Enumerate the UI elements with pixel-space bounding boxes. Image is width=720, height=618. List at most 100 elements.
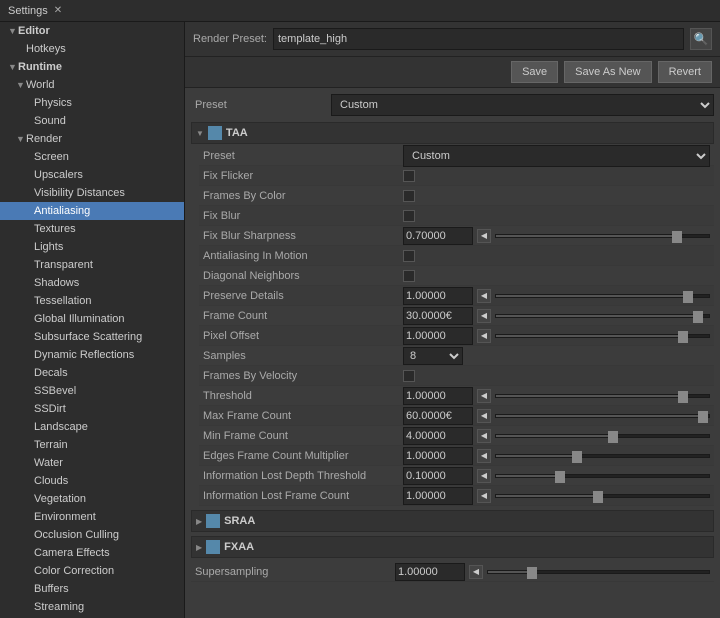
taa-num-input-8[interactable] (403, 307, 473, 325)
taa-arrow-btn-12[interactable]: ◀ (477, 389, 491, 403)
sidebar-item-screen[interactable]: Screen (0, 148, 184, 166)
sidebar-item-streaming[interactable]: Streaming (0, 598, 184, 616)
taa-num-input-15[interactable] (403, 447, 473, 465)
taa-dropdown-num-10[interactable]: 8 (403, 347, 463, 365)
taa-arrow-btn-4[interactable]: ◀ (477, 229, 491, 243)
sidebar-item-ssbevel[interactable]: SSBevel (0, 382, 184, 400)
taa-slider-12[interactable] (495, 389, 710, 403)
sidebar-item-landscape[interactable]: Landscape (0, 418, 184, 436)
taa-slider-7[interactable] (495, 289, 710, 303)
sidebar-label-textures: Textures (34, 223, 76, 235)
supersampling-slider[interactable] (487, 565, 710, 579)
taa-arrow-btn-9[interactable]: ◀ (477, 329, 491, 343)
sidebar-item-subsurface-scattering[interactable]: Subsurface Scattering (0, 328, 184, 346)
taa-setting-value-3 (403, 210, 710, 222)
taa-num-input-17[interactable] (403, 487, 473, 505)
taa-slider-8[interactable] (495, 309, 710, 323)
taa-slider-16[interactable] (495, 469, 710, 483)
taa-checkbox-3[interactable] (403, 210, 415, 222)
sidebar-item-upscalers[interactable]: Upscalers (0, 166, 184, 184)
taa-checkbox-1[interactable] (403, 170, 415, 182)
title-bar-close[interactable]: ✕ (54, 5, 62, 16)
taa-num-input-13[interactable] (403, 407, 473, 425)
sidebar-item-ssdirt[interactable]: SSDirt (0, 400, 184, 418)
sidebar-label-dynamic-reflections: Dynamic Reflections (34, 349, 134, 361)
sidebar-item-transparent[interactable]: Transparent (0, 256, 184, 274)
sidebar-item-sound[interactable]: Sound (0, 112, 184, 130)
taa-num-input-9[interactable] (403, 327, 473, 345)
sidebar-item-editor[interactable]: ▼Editor (0, 22, 184, 40)
sidebar-label-physics: Physics (34, 97, 72, 109)
sidebar-item-shadows[interactable]: Shadows (0, 274, 184, 292)
supersampling-input[interactable] (395, 563, 465, 581)
preset-row-select[interactable]: Custom (331, 94, 714, 116)
save-button[interactable]: Save (511, 61, 558, 83)
sidebar-item-dynamic-reflections[interactable]: Dynamic Reflections (0, 346, 184, 364)
taa-checkbox-11[interactable] (403, 370, 415, 382)
sidebar-item-environment[interactable]: Environment (0, 508, 184, 526)
taa-num-input-16[interactable] (403, 467, 473, 485)
taa-num-input-4[interactable] (403, 227, 473, 245)
preset-row: Preset Custom (191, 94, 714, 116)
sidebar-label-runtime: Runtime (18, 61, 62, 73)
sidebar-item-global-illumination[interactable]: Global Illumination (0, 310, 184, 328)
sidebar-item-occlusion-culling[interactable]: Occlusion Culling (0, 526, 184, 544)
taa-setting-value-2 (403, 190, 710, 202)
sidebar-item-buffers[interactable]: Buffers (0, 580, 184, 598)
taa-dropdown-0[interactable]: Custom (403, 145, 710, 167)
fxaa-title: FXAA (224, 541, 254, 553)
save-as-new-button[interactable]: Save As New (564, 61, 651, 83)
sraa-header[interactable]: ▶ SRAA (191, 510, 714, 532)
sidebar-item-color-correction[interactable]: Color Correction (0, 562, 184, 580)
sidebar-item-decals[interactable]: Decals (0, 364, 184, 382)
taa-slider-14[interactable] (495, 429, 710, 443)
sidebar-item-physics[interactable]: Physics (0, 94, 184, 112)
taa-setting-value-15: ◀ (403, 447, 710, 465)
sidebar-item-terrain[interactable]: Terrain (0, 436, 184, 454)
sidebar-item-textures[interactable]: Textures (0, 220, 184, 238)
taa-slider-13[interactable] (495, 409, 710, 423)
sidebar-item-world[interactable]: ▼World (0, 76, 184, 94)
taa-slider-9[interactable] (495, 329, 710, 343)
taa-slider-17[interactable] (495, 489, 710, 503)
taa-arrow-btn-16[interactable]: ◀ (477, 469, 491, 483)
sidebar-item-lights[interactable]: Lights (0, 238, 184, 256)
taa-checkbox-2[interactable] (403, 190, 415, 202)
taa-checkbox-5[interactable] (403, 250, 415, 262)
taa-setting-name-10: Samples (203, 350, 403, 362)
taa-setting-row-2: Frames By Color (199, 186, 714, 206)
taa-num-input-12[interactable] (403, 387, 473, 405)
sidebar-item-antialiasing[interactable]: Antialiasing (0, 202, 184, 220)
sidebar-item-clouds[interactable]: Clouds (0, 472, 184, 490)
sidebar-label-sound: Sound (34, 115, 66, 127)
taa-arrow-btn-15[interactable]: ◀ (477, 449, 491, 463)
taa-setting-row-9: Pixel Offset◀ (199, 326, 714, 346)
render-preset-input[interactable] (273, 28, 684, 50)
sidebar-item-camera-effects[interactable]: Camera Effects (0, 544, 184, 562)
sidebar-item-visibility-distances[interactable]: Visibility Distances (0, 184, 184, 202)
taa-header[interactable]: ▼ TAA (191, 122, 714, 144)
taa-num-input-14[interactable] (403, 427, 473, 445)
search-button[interactable]: 🔍 (690, 28, 712, 50)
fxaa-header[interactable]: ▶ FXAA (191, 536, 714, 558)
taa-arrow-btn-17[interactable]: ◀ (477, 489, 491, 503)
taa-arrow: ▼ (196, 129, 204, 138)
taa-num-input-7[interactable] (403, 287, 473, 305)
taa-arrow-btn-7[interactable]: ◀ (477, 289, 491, 303)
taa-slider-15[interactable] (495, 449, 710, 463)
revert-button[interactable]: Revert (658, 61, 712, 83)
taa-arrow-btn-13[interactable]: ◀ (477, 409, 491, 423)
sidebar-item-tessellation[interactable]: Tessellation (0, 292, 184, 310)
taa-checkbox-6[interactable] (403, 270, 415, 282)
sidebar-item-hotkeys[interactable]: Hotkeys (0, 40, 184, 58)
taa-slider-4[interactable] (495, 229, 710, 243)
sidebar-item-vegetation[interactable]: Vegetation (0, 490, 184, 508)
taa-arrow-btn-14[interactable]: ◀ (477, 429, 491, 443)
sidebar-item-runtime[interactable]: ▼Runtime (0, 58, 184, 76)
taa-setting-name-6: Diagonal Neighbors (203, 270, 403, 282)
taa-setting-row-6: Diagonal Neighbors (199, 266, 714, 286)
sidebar-item-render[interactable]: ▼Render (0, 130, 184, 148)
taa-arrow-btn-8[interactable]: ◀ (477, 309, 491, 323)
sidebar-item-water[interactable]: Water (0, 454, 184, 472)
supersampling-arrow-btn[interactable]: ◀ (469, 565, 483, 579)
